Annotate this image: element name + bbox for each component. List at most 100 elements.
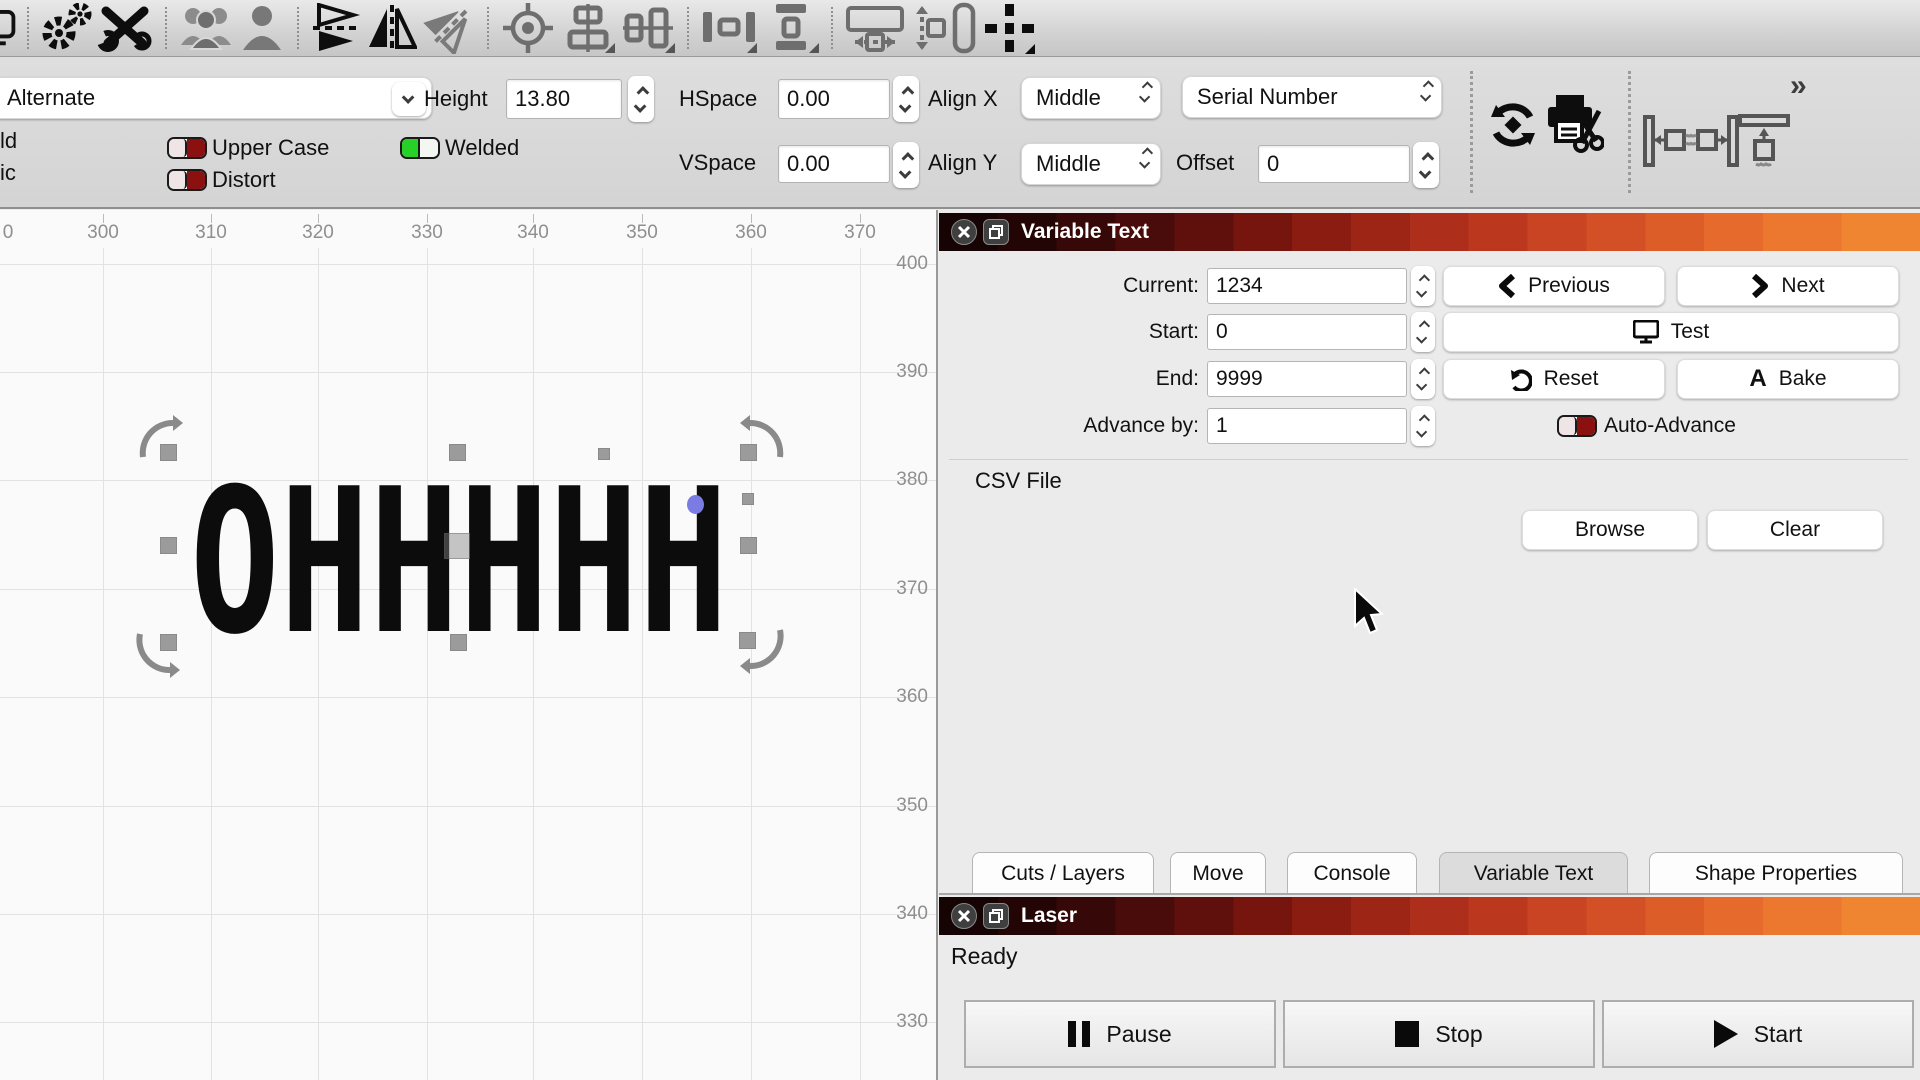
vspace-stepper[interactable] [893, 142, 919, 188]
rotation-point[interactable] [687, 495, 704, 514]
selection-handle-top-aux[interactable] [598, 448, 610, 460]
chevron-down-icon[interactable] [392, 82, 426, 116]
separator [297, 7, 299, 49]
tab-move[interactable]: Move [1170, 852, 1266, 894]
resize-height-icon[interactable] [908, 2, 948, 54]
window-icon[interactable] [0, 2, 18, 54]
tab-shape-properties[interactable]: Shape Properties [1649, 852, 1903, 894]
tools-icon[interactable] [94, 2, 156, 54]
welded-toggle[interactable] [400, 137, 440, 159]
upper-case-toggle[interactable] [167, 137, 207, 159]
height-stepper[interactable] [628, 76, 654, 122]
selection-handle-bottom-left[interactable] [160, 634, 177, 651]
advance-by-stepper[interactable] [1411, 406, 1435, 446]
browse-button-label: Browse [1574, 518, 1646, 541]
reset-arrow-icon [1510, 369, 1532, 391]
rotate-handle-top-left[interactable] [133, 413, 185, 475]
design-canvas[interactable]: 0 300 310 320 330 340 350 360 370 400 39… [0, 210, 938, 1080]
advance-by-input[interactable]: 1 [1207, 408, 1407, 444]
flip-vertical-icon[interactable] [308, 2, 364, 54]
align-centers-vertical-icon[interactable] [558, 2, 618, 54]
previous-button[interactable]: Previous [1443, 266, 1665, 306]
flip-horizontal-icon[interactable] [364, 2, 420, 54]
pull-left-icon[interactable] [1642, 115, 1693, 172]
start-input[interactable]: 0 [1207, 314, 1407, 350]
distort-toggle[interactable] [167, 169, 207, 191]
offset-label: Offset [1176, 150, 1235, 175]
offset-input[interactable]: 0 [1258, 145, 1410, 183]
start-button[interactable]: Start [1602, 1000, 1914, 1068]
focus-target-icon[interactable] [498, 2, 558, 54]
pause-button[interactable]: Pause [964, 1000, 1276, 1068]
ruler-label-v: 400 [896, 253, 928, 274]
font-select-value: Alternate [7, 85, 96, 110]
distribute-vertical-icon[interactable] [760, 2, 822, 54]
user-group-icon[interactable] [176, 2, 236, 54]
selection-handle-mid-left[interactable] [160, 537, 177, 554]
align-x-select[interactable]: Middle [1021, 77, 1161, 119]
tab-label: Move [1192, 861, 1244, 885]
pause-icon [1068, 1021, 1091, 1047]
selected-text-object[interactable]: OHHHHH [190, 463, 728, 663]
chevron-right-icon [1752, 274, 1769, 298]
pull-right-icon[interactable] [1689, 115, 1740, 172]
selection-handle-right-aux[interactable] [742, 493, 754, 505]
current-stepper[interactable] [1411, 266, 1435, 306]
tall-rect-icon[interactable] [948, 2, 980, 54]
variable-text-titlebar: Variable Text [939, 213, 1920, 251]
user-icon[interactable] [236, 2, 288, 54]
selection-handle-top-middle[interactable] [449, 444, 466, 461]
next-button[interactable]: Next [1677, 266, 1899, 306]
reset-button[interactable]: Reset [1443, 359, 1665, 399]
refresh-icon[interactable] [1486, 97, 1540, 158]
start-label: Start: [1148, 320, 1199, 343]
selection-handle-bottom-middle[interactable] [450, 634, 467, 651]
close-icon[interactable] [951, 219, 977, 245]
selection-handle-center[interactable] [444, 533, 470, 559]
ruler-label-v: 360 [896, 686, 928, 707]
test-button[interactable]: Test [1443, 312, 1899, 352]
start-stepper[interactable] [1411, 312, 1435, 352]
tab-console[interactable]: Console [1287, 852, 1417, 894]
selection-handle-top-right[interactable] [740, 444, 757, 461]
align-x-value: Middle [1036, 85, 1101, 110]
stop-button[interactable]: Stop [1283, 1000, 1595, 1068]
selection-handle-mid-right[interactable] [740, 537, 757, 554]
align-centers-horizontal-icon[interactable] [618, 2, 678, 54]
browse-button[interactable]: Browse [1522, 510, 1698, 550]
gridline [0, 264, 936, 265]
end-stepper[interactable] [1411, 359, 1435, 399]
close-icon[interactable] [951, 903, 977, 929]
align-y-select[interactable]: Middle [1021, 143, 1161, 185]
print-and-cut-icon[interactable] [1544, 91, 1605, 158]
hspace-stepper[interactable] [893, 76, 919, 122]
hspace-input[interactable]: 0.00 [778, 79, 890, 119]
tab-variable-text[interactable]: Variable Text [1439, 852, 1628, 894]
end-input[interactable]: 9999 [1207, 361, 1407, 397]
offset-stepper[interactable] [1413, 142, 1439, 188]
font-select[interactable]: Alternate [0, 77, 432, 119]
selection-handle-bottom-right[interactable] [739, 632, 756, 649]
toolbar-overflow-chevrons[interactable]: » [1790, 69, 1807, 103]
vspace-input[interactable]: 0.00 [778, 145, 890, 183]
tab-cuts-layers[interactable]: Cuts / Layers [972, 852, 1154, 894]
float-panel-icon[interactable] [983, 903, 1009, 929]
height-input[interactable]: 13.80 [506, 79, 622, 119]
position-cross-icon[interactable] [980, 2, 1038, 54]
flip-diagonal-icon[interactable] [420, 2, 478, 54]
float-panel-icon[interactable] [983, 219, 1009, 245]
selection-handle-top-left[interactable] [160, 444, 177, 461]
resize-width-icon[interactable] [842, 2, 908, 54]
gridline [0, 806, 936, 807]
pull-up-icon[interactable] [1738, 113, 1790, 174]
bake-button[interactable]: A Bake [1677, 359, 1899, 399]
current-input[interactable]: 1234 [1207, 268, 1407, 304]
attribute-select[interactable]: Serial Number [1182, 76, 1442, 118]
auto-advance-toggle[interactable] [1557, 415, 1597, 437]
tab-label: Variable Text [1473, 861, 1594, 885]
settings-gears-icon[interactable] [38, 2, 94, 54]
current-label: Current: [1123, 274, 1199, 297]
clear-button[interactable]: Clear [1707, 510, 1883, 550]
csv-file-label: CSV File [975, 468, 1062, 493]
distribute-horizontal-icon[interactable] [698, 2, 760, 54]
